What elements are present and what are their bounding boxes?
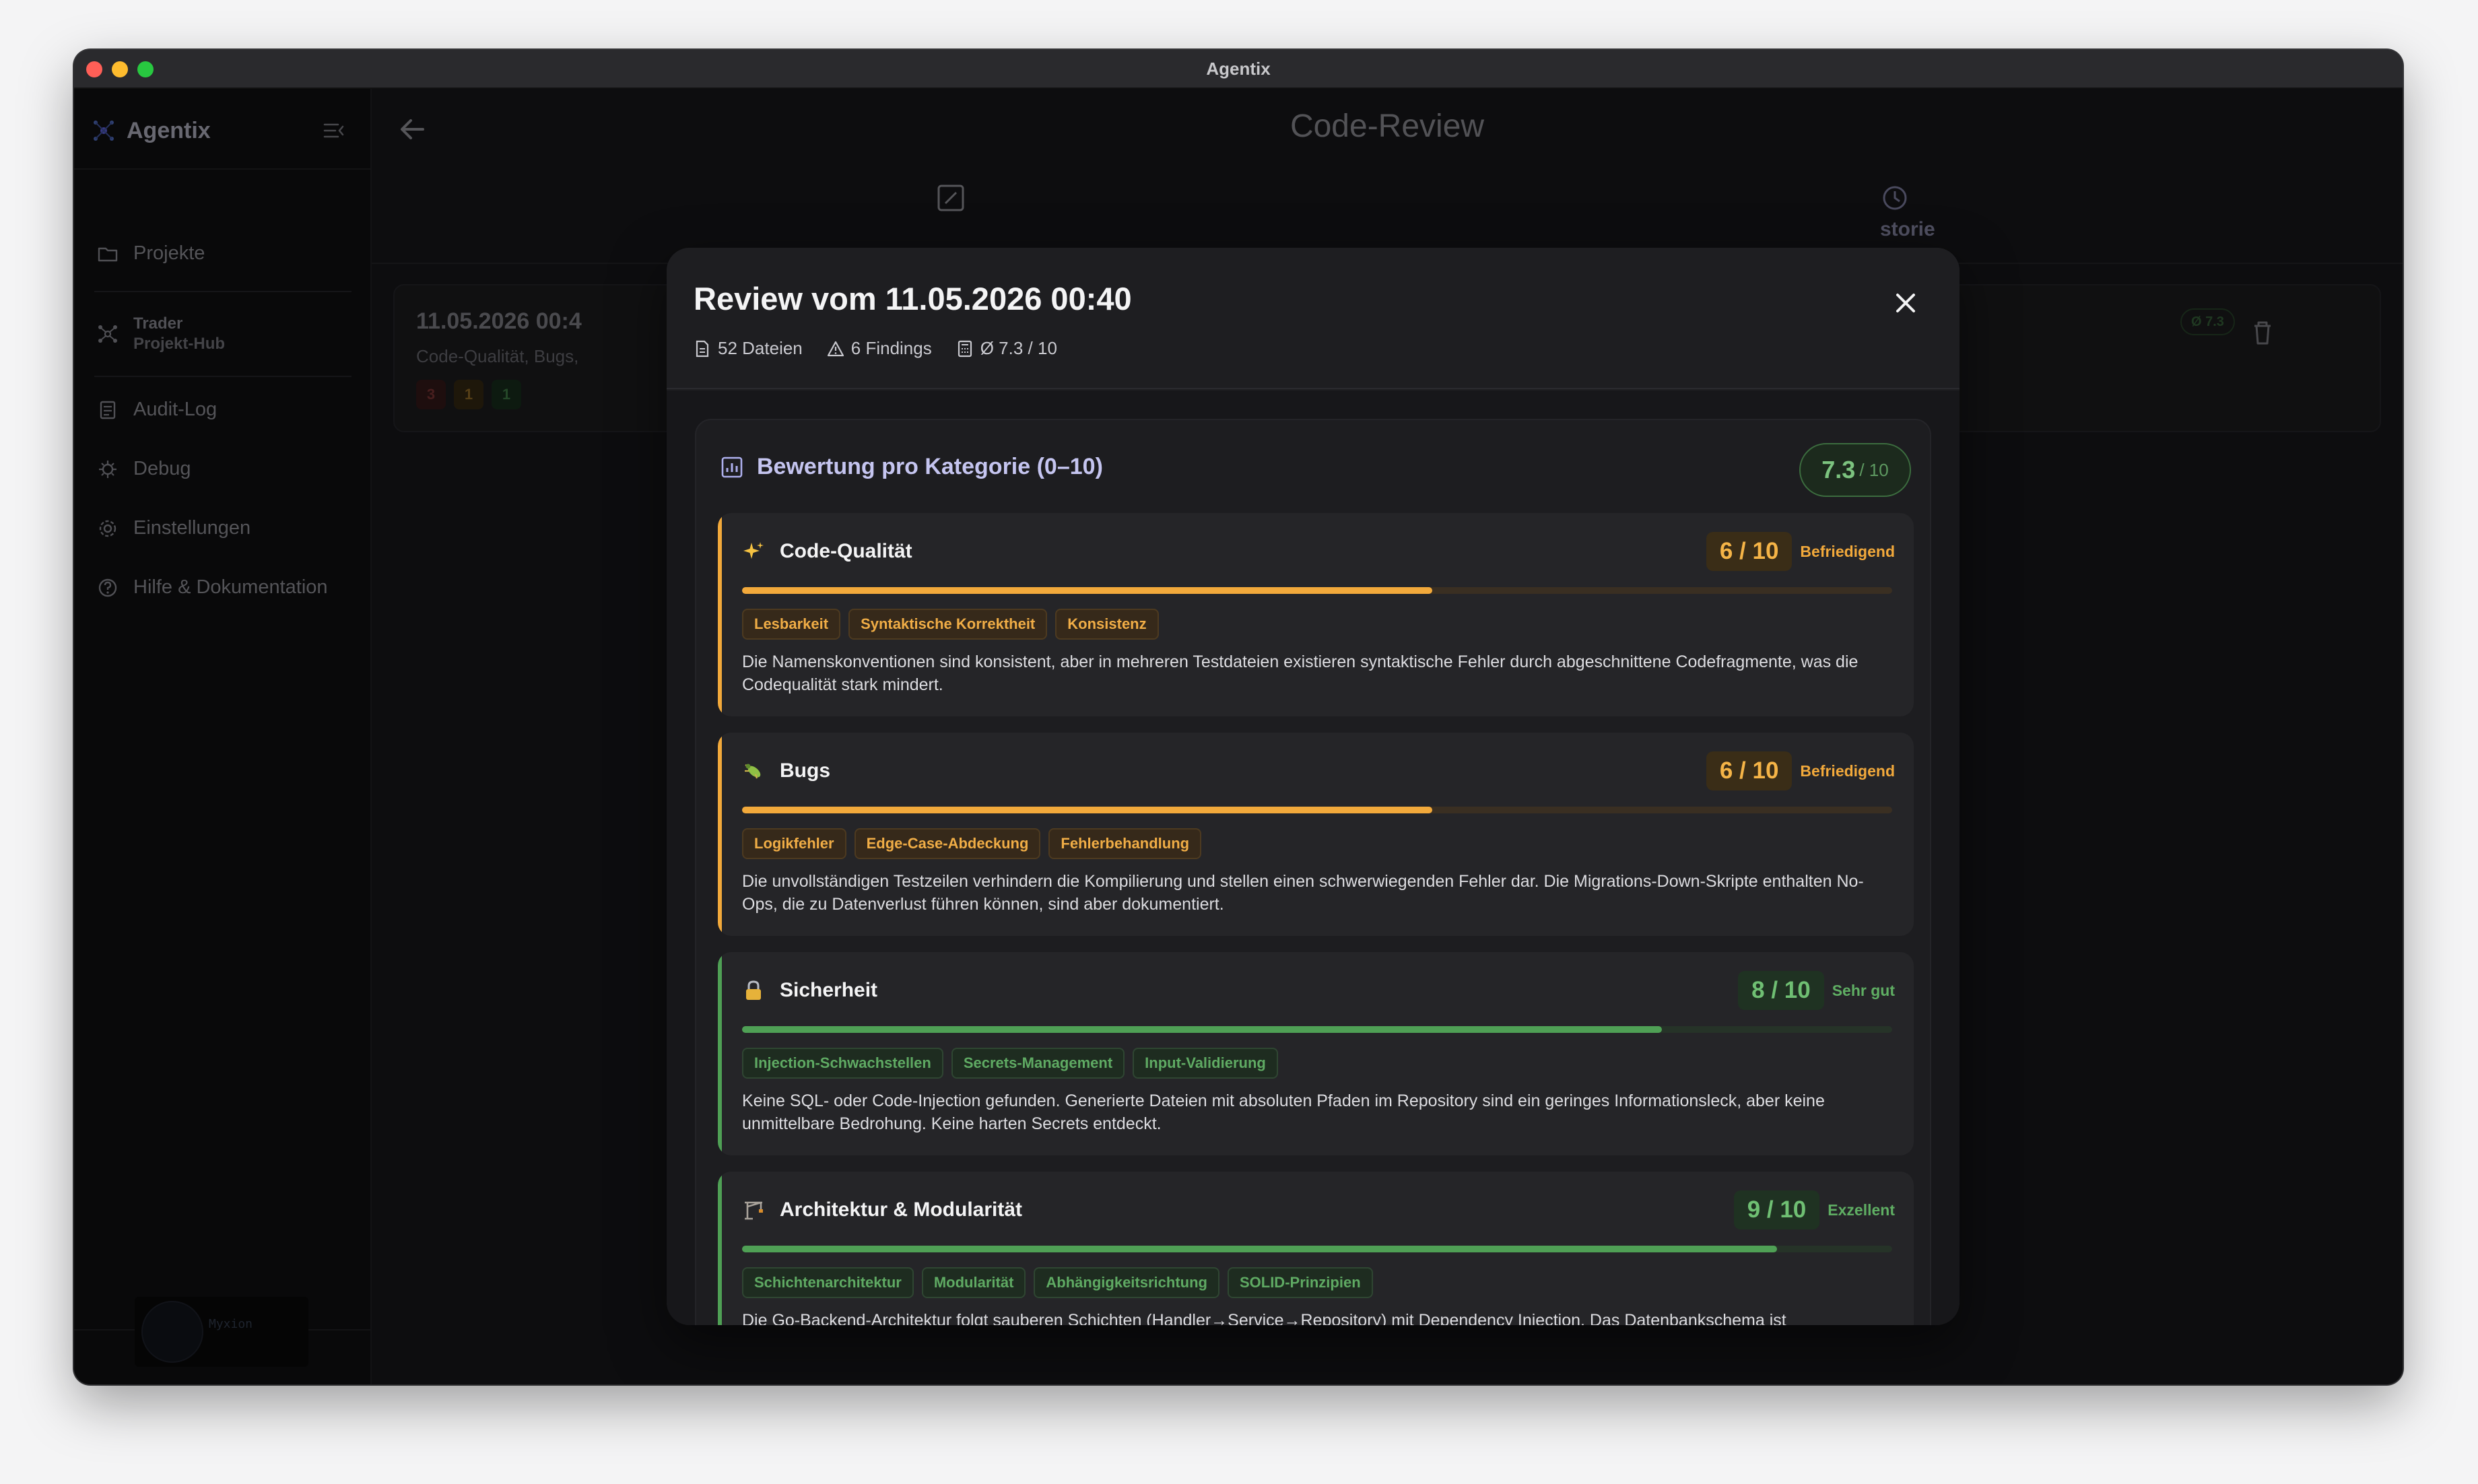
minimize-window-button[interactable] xyxy=(112,61,128,77)
category-card-bugs: Bugs 6 / 10 Befriedigend Logikfehler Edg… xyxy=(718,733,1914,936)
overall-score-max: / 10 xyxy=(1859,459,1889,480)
overall-score-badge: 7.3 / 10 xyxy=(1799,443,1911,497)
category-tag: Logikfehler xyxy=(742,828,846,859)
window-controls xyxy=(86,61,154,77)
category-card-sicherheit: Sicherheit 8 / 10 Sehr gut Injection-Sch… xyxy=(718,952,1914,1155)
category-name: Architektur & Modularität xyxy=(780,1199,1023,1221)
review-meta: 52 Dateien 6 Findings Ø 7.3 / 10 xyxy=(694,338,1057,359)
category-score-value: 6 / 10 xyxy=(1706,751,1793,790)
modal-title: Review vom 11.05.2026 00:40 xyxy=(694,281,1132,316)
chart-icon xyxy=(721,457,743,477)
panel-title-text: Bewertung pro Kategorie (0–10) xyxy=(757,454,1103,479)
category-tags: Lesbarkeit Syntaktische Korrektheit Kons… xyxy=(742,609,1159,640)
category-tag: Secrets-Management xyxy=(951,1048,1125,1079)
category-name: Bugs xyxy=(780,760,830,782)
category-stripe xyxy=(718,733,722,936)
category-tag: Edge-Case-Abdeckung xyxy=(854,828,1041,859)
category-tag: Modularität xyxy=(921,1267,1026,1298)
category-score: 8 / 10 Sehr gut xyxy=(1738,971,1895,1010)
category-header: Architektur & Modularität xyxy=(742,1199,1022,1221)
category-tag: Fehlerbehandlung xyxy=(1048,828,1202,859)
category-score: 6 / 10 Befriedigend xyxy=(1706,532,1895,571)
category-rating: Befriedigend xyxy=(1800,542,1895,560)
category-tag: Lesbarkeit xyxy=(742,609,841,640)
category-score-value: 8 / 10 xyxy=(1738,971,1824,1010)
score-bar xyxy=(742,807,1892,813)
category-description: Die Namenskonventionen sind konsistent, … xyxy=(742,652,1858,694)
category-name: Sicherheit xyxy=(780,979,878,1001)
lock-icon xyxy=(746,980,761,1000)
file-icon xyxy=(696,340,709,357)
category-header: Sicherheit xyxy=(742,979,877,1002)
review-modal: Review vom 11.05.2026 00:40 52 Dateien 6… xyxy=(667,248,1960,1325)
category-tag: Konsistenz xyxy=(1055,609,1159,640)
category-header: Bugs xyxy=(742,760,830,782)
panel-title: Bewertung pro Kategorie (0–10) xyxy=(721,454,1103,480)
modal-body[interactable]: Bewertung pro Kategorie (0–10) 7.3 / 10 … xyxy=(667,391,1960,1325)
average-score: Ø 7.3 / 10 xyxy=(956,338,1057,359)
calculator-icon xyxy=(958,340,972,357)
category-name: Code-Qualität xyxy=(780,540,912,562)
category-rating: Exzellent xyxy=(1828,1201,1895,1219)
construction-icon xyxy=(745,1201,763,1220)
category-tag: Input-Validierung xyxy=(1133,1048,1278,1079)
findings-count: 6 Findings xyxy=(827,338,932,359)
score-bar xyxy=(742,1246,1892,1252)
files-count: 52 Dateien xyxy=(694,338,803,359)
score-bar-fill xyxy=(742,1026,1663,1033)
category-stripe xyxy=(718,513,722,716)
category-tag: Schichtenarchitektur xyxy=(742,1267,914,1298)
category-tag: SOLID-Prinzipien xyxy=(1227,1267,1373,1298)
category-score-value: 6 / 10 xyxy=(1706,532,1793,571)
category-rating: Sehr gut xyxy=(1832,981,1895,999)
zoom-window-button[interactable] xyxy=(137,61,154,77)
score-bar-fill xyxy=(742,1246,1778,1252)
overall-score-value: 7.3 xyxy=(1821,456,1856,483)
category-tag: Syntaktische Korrektheit xyxy=(848,609,1048,640)
category-ratings-panel: Bewertung pro Kategorie (0–10) 7.3 / 10 … xyxy=(695,419,1931,1325)
warning-icon xyxy=(827,341,844,356)
category-description: Die unvollständigen Testzeilen verhinder… xyxy=(742,872,1864,914)
files-count-label: 52 Dateien xyxy=(718,338,803,358)
category-header: Code-Qualität xyxy=(742,540,912,563)
category-tags: Injection-Schwachstellen Secrets-Managem… xyxy=(742,1048,1278,1079)
findings-count-label: 6 Findings xyxy=(850,338,932,358)
category-score: 9 / 10 Exzellent xyxy=(1733,1190,1895,1229)
window-title: Agentix xyxy=(1206,58,1271,79)
sparkles-icon xyxy=(743,542,764,559)
bug-icon xyxy=(745,764,761,779)
category-card-code-qualitaet: Code-Qualität 6 / 10 Befriedigend Lesbar… xyxy=(718,513,1914,716)
title-bar: Agentix xyxy=(74,50,2403,89)
category-tags: Logikfehler Edge-Case-Abdeckung Fehlerbe… xyxy=(742,828,1202,859)
category-score: 6 / 10 Befriedigend xyxy=(1706,751,1895,790)
app-window: Agentix Agentix Projekte Trader Projekt-… xyxy=(74,50,2403,1384)
category-stripe xyxy=(718,1172,722,1325)
category-stripe xyxy=(718,952,722,1155)
score-bar-fill xyxy=(742,587,1432,594)
close-window-button[interactable] xyxy=(86,61,102,77)
category-card-architektur: Architektur & Modularität 9 / 10 Exzelle… xyxy=(718,1172,1914,1325)
average-score-label: Ø 7.3 / 10 xyxy=(980,338,1057,358)
category-tag: Abhängigkeitsrichtung xyxy=(1034,1267,1219,1298)
modal-header: Review vom 11.05.2026 00:40 52 Dateien 6… xyxy=(667,248,1960,389)
category-description: Keine SQL- oder Code-Injection gefunden.… xyxy=(742,1091,1825,1133)
score-bar xyxy=(742,1026,1892,1033)
close-icon[interactable] xyxy=(1892,290,1919,316)
category-tags: Schichtenarchitektur Modularität Abhängi… xyxy=(742,1267,1373,1298)
category-score-value: 9 / 10 xyxy=(1733,1190,1820,1229)
score-bar xyxy=(742,587,1892,594)
category-description: Die Go-Backend-Architektur folgt saubere… xyxy=(742,1311,1786,1325)
category-tag: Injection-Schwachstellen xyxy=(742,1048,943,1079)
score-bar-fill xyxy=(742,807,1432,813)
category-rating: Befriedigend xyxy=(1800,762,1895,780)
